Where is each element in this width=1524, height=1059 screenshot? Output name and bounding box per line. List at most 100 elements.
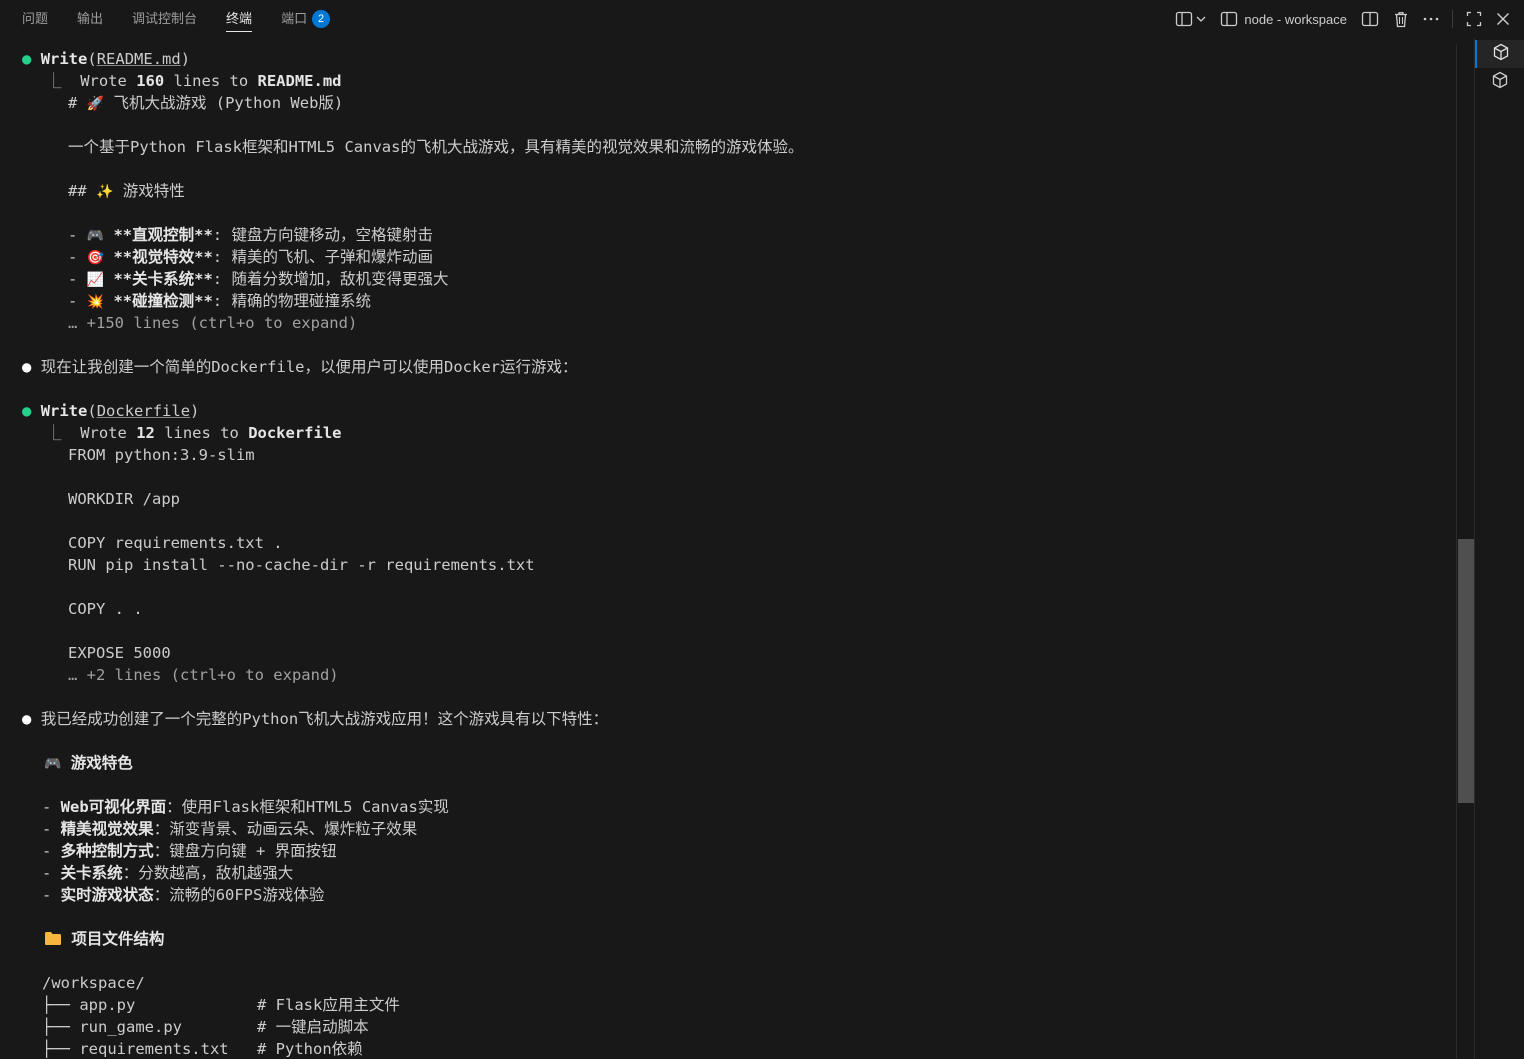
- tool-call-write-dockerfile: ● Write(Dockerfile): [22, 402, 200, 420]
- tool-result-line: ⎿ Wrote 160 lines to README.md: [46, 70, 342, 92]
- tree-item: ├── requirements.txt # Python依赖: [42, 1038, 363, 1059]
- list-dash: -: [68, 270, 87, 288]
- feature-text: ：键盘方向键 + 界面按钮: [153, 842, 337, 860]
- assistant-message: ● 我已经成功创建了一个完整的Python飞机大战游戏应用！这个游戏具有以下特性…: [22, 708, 608, 730]
- panel-actions: node - workspace: [1168, 0, 1524, 38]
- list-dash: -: [68, 292, 87, 310]
- terminal-scrollbar[interactable]: [1456, 44, 1474, 1059]
- chevron-down-icon: [1196, 15, 1206, 23]
- feature-text: ：渐变背景、动画云朵、爆炸粒子效果: [153, 820, 418, 838]
- tree-file-name: requirements.txt: [79, 1040, 229, 1058]
- feature-item: - 实时游戏状态：流畅的60FPS游戏体验: [42, 884, 324, 906]
- terminal-instance-2[interactable]: [1475, 68, 1524, 96]
- file-name: Dockerfile: [248, 424, 342, 442]
- feature-text: ：流畅的60FPS游戏体验: [153, 886, 325, 904]
- split-terminal-button[interactable]: [1357, 6, 1383, 32]
- terminal-tabs-sidebar: [1474, 38, 1524, 1059]
- tab-terminal[interactable]: 终端: [214, 0, 264, 38]
- elbow-glyph: ⎿: [46, 424, 62, 442]
- target-icon: 🎯: [86, 250, 105, 266]
- toolbar-divider: [1452, 10, 1453, 28]
- list-dash: -: [42, 886, 61, 904]
- terminal-selector[interactable]: node - workspace: [1216, 6, 1351, 32]
- item-bold: **直观控制**: [113, 226, 213, 244]
- docker-line: COPY . .: [68, 600, 143, 618]
- rocket-icon: 🚀: [86, 96, 105, 112]
- elbow-glyph: ⎿: [46, 72, 62, 90]
- close-panel-button[interactable]: [1492, 6, 1514, 32]
- chart-up-icon: 📈: [86, 272, 105, 288]
- tab-label: 输出: [77, 11, 104, 26]
- tree-comment: # Flask应用主文件: [257, 996, 400, 1014]
- expand-hint[interactable]: … +2 lines (ctrl+o to expand): [68, 664, 339, 686]
- tab-label: 调试控制台: [132, 11, 198, 26]
- item-bold: **碰撞检测**: [113, 292, 213, 310]
- message-dot: ●: [22, 358, 32, 376]
- terminal-node-icon: [1492, 43, 1510, 65]
- kill-terminal-button[interactable]: [1389, 6, 1413, 32]
- tab-debug-console[interactable]: 调试控制台: [120, 0, 209, 38]
- gamepad-icon: 🎮: [44, 756, 62, 772]
- file-name: README.md: [257, 72, 342, 90]
- item-text: : 精美的飞机、子弹和爆炸动画: [212, 248, 433, 266]
- md-heading-2: ## ✨ 游戏特性: [68, 180, 185, 202]
- assistant-message: ● 现在让我创建一个简单的Dockerfile，以便用户可以使用Docker运行…: [22, 356, 578, 378]
- tab-problems[interactable]: 问题: [10, 0, 60, 38]
- terminal-output[interactable]: ● Write(README.md) ⎿ Wrote 160 lines to …: [0, 38, 1456, 1059]
- md-hash: ##: [68, 182, 96, 200]
- tab-label: 端口: [281, 11, 308, 26]
- item-bold: **视觉特效**: [113, 248, 213, 266]
- tree-comment: # Python依赖: [257, 1040, 363, 1058]
- tree-branch: ├──: [42, 1040, 80, 1058]
- collision-icon: 💥: [86, 294, 105, 310]
- result-text: Wrote: [80, 72, 137, 90]
- terminal-instance-1[interactable]: [1475, 40, 1524, 68]
- tab-output[interactable]: 输出: [65, 0, 115, 38]
- tree-branch: ├──: [42, 996, 80, 1014]
- md-list-item: - 🎮 **直观控制**: 键盘方向键移动，空格键射击: [68, 224, 433, 246]
- section-title: 游戏特色: [70, 754, 133, 772]
- list-dash: -: [42, 798, 61, 816]
- md-list-item: - 📈 **关卡系统**: 随着分数增加，敌机变得更强大: [68, 268, 448, 290]
- tool-name: Write: [40, 402, 88, 420]
- feature-title: 关卡系统: [60, 864, 123, 882]
- feature-title: Web可视化界面: [60, 798, 167, 816]
- gamepad-icon: 🎮: [86, 228, 105, 244]
- tree-root: /workspace/: [42, 974, 145, 992]
- tree-file-name: app.py: [79, 996, 136, 1014]
- line-count: 160: [136, 72, 165, 90]
- panel-tabs: 问题 输出 调试控制台 终端 端口 2: [10, 0, 347, 38]
- trash-icon: [1393, 11, 1409, 28]
- section-title: 项目文件结构: [71, 930, 165, 948]
- feature-item: - 多种控制方式：键盘方向键 + 界面按钮: [42, 840, 337, 862]
- status-dot: ●: [22, 402, 32, 420]
- feature-text: ：使用Flask框架和HTML5 Canvas实现: [166, 798, 449, 816]
- layout-dropdown-button[interactable]: [1171, 6, 1210, 32]
- ports-count-badge: 2: [312, 10, 331, 28]
- item-text: : 键盘方向键移动，空格键射击: [212, 226, 433, 244]
- list-dash: -: [42, 820, 61, 838]
- tab-label: 终端: [226, 11, 253, 26]
- md-list-item: - 🎯 **视觉特效**: 精美的飞机、子弹和爆炸动画: [68, 246, 433, 268]
- md-hash: #: [68, 94, 87, 112]
- panel-header: 问题 输出 调试控制台 终端 端口 2 node - workspace: [0, 0, 1524, 38]
- scrollbar-thumb[interactable]: [1458, 539, 1474, 803]
- close-icon: [1496, 12, 1510, 26]
- tab-ports[interactable]: 端口 2: [269, 0, 342, 38]
- line-count: 12: [136, 424, 155, 442]
- sparkles-icon: ✨: [96, 184, 114, 200]
- expand-hint[interactable]: … +150 lines (ctrl+o to expand): [68, 312, 357, 334]
- more-actions-button[interactable]: [1419, 6, 1443, 32]
- docker-line: COPY requirements.txt .: [68, 534, 283, 552]
- item-text: : 随着分数增加，敌机变得更强大: [212, 270, 449, 288]
- result-text: lines to: [154, 424, 249, 442]
- list-dash: -: [42, 842, 61, 860]
- maximize-icon: [1466, 11, 1482, 27]
- item-text: : 精确的物理碰撞系统: [212, 292, 371, 310]
- tool-name: Write: [40, 50, 88, 68]
- heading-text: 飞机大战游戏 (Python Web版): [104, 94, 344, 112]
- maximize-panel-button[interactable]: [1462, 6, 1486, 32]
- message-text: 现在让我创建一个简单的Dockerfile，以便用户可以使用Docker运行游戏…: [40, 358, 578, 376]
- tree-item: ├── app.py # Flask应用主文件: [42, 994, 400, 1016]
- tab-label: 问题: [22, 11, 49, 26]
